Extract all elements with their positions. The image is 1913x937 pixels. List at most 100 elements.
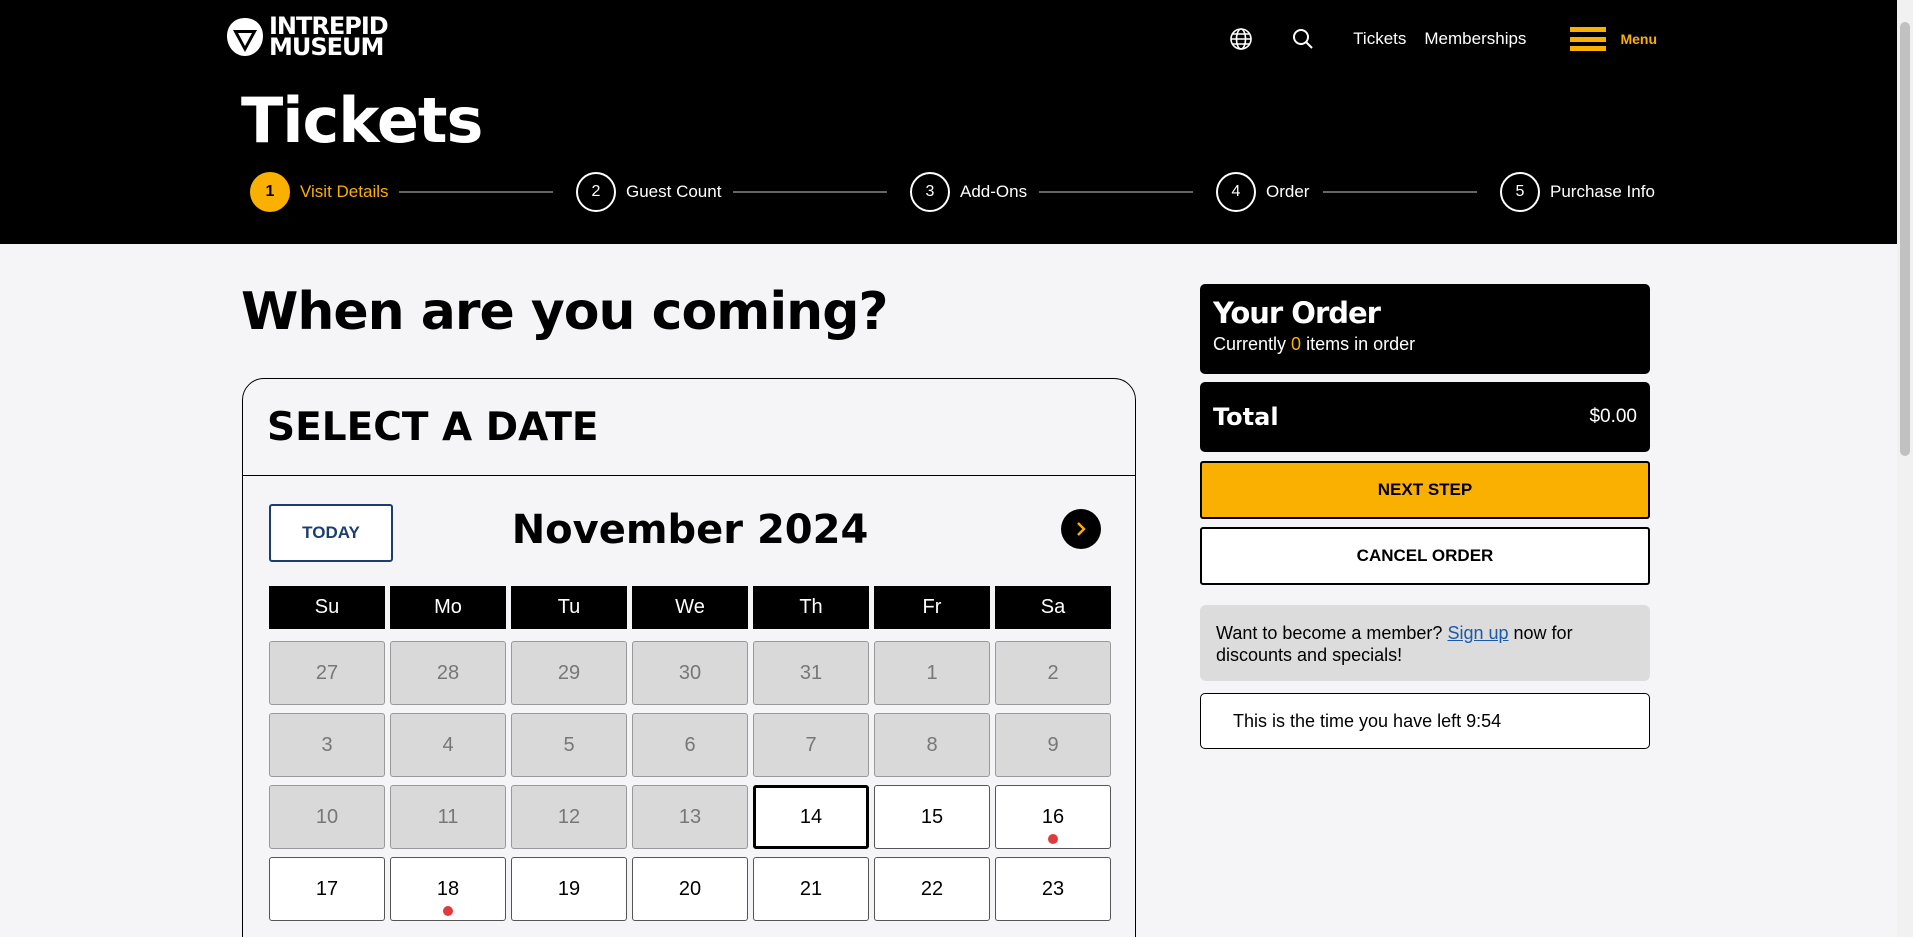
calendar-day[interactable]: 21: [753, 857, 869, 921]
membership-promo: Want to become a member? Sign up now for…: [1200, 605, 1650, 681]
stepper-connector: [1039, 191, 1193, 193]
weekday-header: Su: [269, 586, 385, 629]
next-month-button[interactable]: [1061, 509, 1101, 549]
calendar-day-number: 15: [920, 805, 944, 828]
calendar-day[interactable]: 20: [632, 857, 748, 921]
order-total-panel: Total $0.00: [1200, 382, 1650, 452]
calendar-day-number: 9: [1047, 733, 1059, 756]
calendar-day: 9: [995, 713, 1111, 777]
calendar-day: 30: [632, 641, 748, 705]
search-icon[interactable]: [1289, 25, 1317, 53]
calendar-day[interactable]: 22: [874, 857, 990, 921]
calendar-day: 2: [995, 641, 1111, 705]
calendar-day-number: 11: [437, 805, 459, 828]
calendar-day: 8: [874, 713, 990, 777]
nav-link-memberships[interactable]: Memberships: [1424, 29, 1526, 49]
calendar-day-number: 5: [563, 733, 575, 756]
stepper-connector: [733, 191, 887, 193]
menu-button[interactable]: Menu: [1570, 27, 1657, 51]
site-header: INTREPID MUSEUM Tickets Memberships Menu…: [0, 0, 1897, 244]
calendar-day-number: 20: [678, 877, 702, 900]
calendar-day-number: 3: [321, 733, 333, 756]
scrollbar-thumb[interactable]: [1900, 22, 1910, 456]
weekday-header: Fr: [874, 586, 990, 629]
calendar-day-number: 27: [315, 661, 339, 684]
step-label: Add-Ons: [960, 182, 1028, 201]
calendar-day-number: 6: [684, 733, 696, 756]
select-date-heading: SELECT A DATE: [243, 379, 1135, 476]
order-count-text: Currently 0 items in order: [1213, 334, 1637, 355]
step-order[interactable]: 4 Order: [1216, 172, 1309, 212]
calendar-day-number: 13: [678, 805, 702, 828]
step-purchase-info[interactable]: 5 Purchase Info: [1500, 172, 1655, 212]
intrepid-logo[interactable]: INTREPID MUSEUM: [225, 14, 389, 61]
weekday-header: Th: [753, 586, 869, 629]
weekday-header-row: Su Mo Tu We Th Fr Sa: [269, 586, 1111, 629]
calendar-day[interactable]: 15: [874, 785, 990, 849]
logo-wordmark: INTREPID MUSEUM: [269, 14, 389, 61]
event-indicator-dot: [443, 906, 453, 916]
sign-up-link[interactable]: Sign up: [1447, 623, 1508, 643]
calendar-day-number: 1: [926, 661, 938, 684]
checkout-stepper: 1 Visit Details 2 Guest Count 3 Add-Ons …: [250, 172, 1655, 212]
calendar-day: 5: [511, 713, 627, 777]
hamburger-icon: [1570, 27, 1607, 51]
nav-link-tickets[interactable]: Tickets: [1353, 29, 1406, 49]
weekday-header: Mo: [390, 586, 506, 629]
calendar-day[interactable]: 19: [511, 857, 627, 921]
chevron-right-icon: [1077, 522, 1086, 536]
step-add-ons[interactable]: 3 Add-Ons: [910, 172, 1027, 212]
calendar-day-number: 23: [1041, 877, 1065, 900]
order-count-suffix: items in order: [1306, 334, 1416, 354]
calendar-day-number: 12: [557, 805, 581, 828]
your-order-panel: Your Order Currently 0 items in order: [1200, 284, 1650, 374]
calendar-day: 7: [753, 713, 869, 777]
event-indicator-dot: [1048, 834, 1058, 844]
calendar-day-number: 4: [442, 733, 454, 756]
intrepid-logo-icon: [227, 18, 263, 56]
step-label: Guest Count: [626, 182, 722, 201]
calendar-day: 6: [632, 713, 748, 777]
page-scrollbar[interactable]: [1897, 0, 1913, 937]
step-number: 5: [1500, 172, 1540, 212]
calendar-day-selected[interactable]: 14: [753, 785, 869, 849]
calendar-day: 3: [269, 713, 385, 777]
calendar-day-number: 2: [1047, 661, 1059, 684]
date-picker-card: SELECT A DATE TODAY November 2024 Su Mo Tu…: [242, 378, 1136, 937]
total-value: $0.00: [1589, 406, 1637, 427]
weekday-header: Tu: [511, 586, 627, 629]
next-step-button[interactable]: NEXT STEP: [1200, 461, 1650, 519]
calendar-day[interactable]: 16: [995, 785, 1111, 849]
calendar-month-label: November 2024: [511, 507, 869, 553]
step-number: 4: [1216, 172, 1256, 212]
total-label: Total: [1213, 403, 1279, 431]
member-promo-prefix: Want to become a member?: [1216, 623, 1443, 643]
calendar-day: 11: [390, 785, 506, 849]
calendar-day: 29: [511, 641, 627, 705]
calendar-day-number: 29: [557, 661, 581, 684]
calendar-day-number: 18: [436, 877, 460, 900]
order-title: Your Order: [1213, 296, 1381, 330]
calendar-day[interactable]: 18: [390, 857, 506, 921]
step-guest-count[interactable]: 2 Guest Count: [576, 172, 721, 212]
calendar-day-number: 7: [805, 733, 817, 756]
page-title: Tickets: [241, 84, 483, 157]
logo-text-line-2: MUSEUM: [269, 33, 384, 61]
order-count-prefix: Currently: [1213, 334, 1287, 354]
calendar-day-number: 19: [557, 877, 581, 900]
step-visit-details[interactable]: 1 Visit Details: [250, 172, 389, 212]
globe-icon[interactable]: [1227, 25, 1255, 53]
calendar-day-number: 17: [315, 877, 339, 900]
cancel-order-button[interactable]: CANCEL ORDER: [1200, 527, 1650, 585]
calendar-day-number: 30: [678, 661, 702, 684]
calendar-day: 12: [511, 785, 627, 849]
weekday-header: We: [632, 586, 748, 629]
calendar-day: 1: [874, 641, 990, 705]
calendar-day[interactable]: 23: [995, 857, 1111, 921]
calendar-day[interactable]: 17: [269, 857, 385, 921]
step-number: 3: [910, 172, 950, 212]
calendar-day-number: 28: [436, 661, 460, 684]
menu-label: Menu: [1620, 31, 1657, 47]
calendar-day-number: 22: [920, 877, 944, 900]
calendar-day-number: 8: [926, 733, 938, 756]
